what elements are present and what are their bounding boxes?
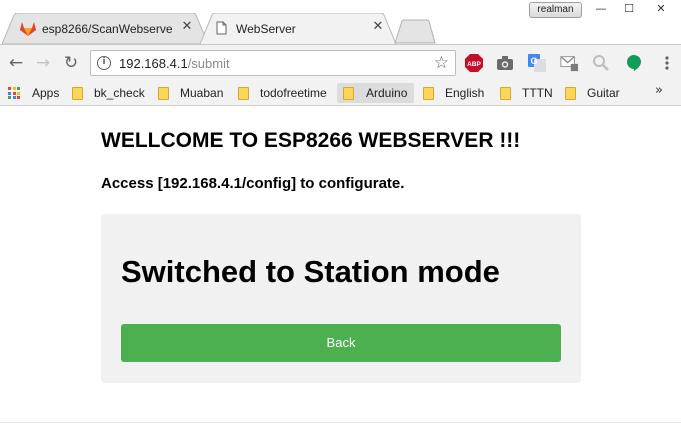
close-tab-icon[interactable]: ✕ — [370, 19, 386, 35]
bookmark-label: Muaban — [180, 86, 224, 100]
camera-icon[interactable] — [496, 54, 514, 72]
bookmark-guitar[interactable]: Guitar — [565, 83, 629, 103]
abp-label: ABP — [467, 61, 481, 68]
browser-window: esp8266/ScanWebserver ✕ WebServer ✕ real… — [0, 0, 681, 425]
folder-icon — [72, 87, 83, 100]
back-arrow-icon[interactable]: ← — [6, 53, 26, 73]
bookmark-label: todofreetime — [260, 86, 327, 100]
info-icon[interactable]: i — [97, 56, 111, 70]
bookmark-bk-check[interactable]: bk_check — [72, 83, 152, 103]
search-lens-icon[interactable] — [592, 54, 610, 72]
bookmark-label: bk_check — [94, 86, 145, 100]
page-content: WELLCOME TO ESP8266 WEBSERVER !!! Access… — [0, 107, 681, 425]
close-window-button[interactable]: ✕ — [650, 1, 672, 18]
folder-icon — [238, 87, 249, 100]
apps-label: Apps — [32, 86, 60, 100]
divider — [0, 422, 681, 423]
back-button[interactable]: Back — [121, 324, 561, 362]
url-text[interactable]: 192.168.4.1/submit — [119, 56, 230, 71]
apps-grid-icon — [8, 87, 20, 99]
bookmark-todofreetime[interactable]: todofreetime — [238, 83, 334, 103]
bookmarks-bar: Apps bk_check Muaban todofreetime Arduin… — [0, 80, 681, 106]
tab-strip: esp8266/ScanWebserver ✕ WebServer ✕ real… — [0, 0, 681, 44]
new-tab-button[interactable] — [394, 19, 436, 44]
svg-text:G: G — [530, 56, 537, 66]
tab-title: esp8266/ScanWebserver — [42, 22, 172, 36]
google-translate-icon[interactable]: G — [528, 54, 546, 72]
minimize-button[interactable]: — — [590, 1, 612, 18]
menu-icon[interactable] — [658, 54, 676, 72]
forward-arrow-icon[interactable]: → — [33, 53, 53, 73]
url-host: 192.168.4.1 — [119, 56, 188, 71]
bookmark-star-icon[interactable]: ☆ — [434, 53, 449, 73]
adblock-plus-icon[interactable]: ABP — [465, 54, 483, 72]
bookmark-label: TTTN — [522, 86, 553, 100]
address-bar[interactable]: i 192.168.4.1/submit ☆ — [90, 50, 456, 76]
gitlab-fox-icon — [20, 22, 36, 36]
bookmark-label: Arduino — [366, 86, 408, 100]
bookmark-arduino[interactable]: Arduino — [337, 83, 414, 103]
reload-icon[interactable]: ↻ — [61, 53, 81, 73]
maximize-button[interactable]: ☐ — [618, 1, 640, 18]
toolbar: ← → ↻ i 192.168.4.1/submit ☆ ABP G — [0, 44, 681, 80]
page-title: WELLCOME TO ESP8266 WEBSERVER !!! — [101, 129, 521, 152]
url-path: /submit — [187, 56, 230, 71]
close-tab-icon[interactable]: ✕ — [179, 19, 195, 35]
profile-badge[interactable]: realman — [529, 2, 582, 18]
folder-icon — [158, 87, 169, 100]
status-panel: Switched to Station mode Back — [101, 214, 581, 383]
folder-icon — [343, 87, 354, 100]
hangouts-icon[interactable] — [625, 54, 643, 72]
status-message: Switched to Station mode — [121, 254, 500, 289]
bookmarks-overflow-icon[interactable]: » — [655, 83, 663, 98]
tab-scanwebserver[interactable]: esp8266/ScanWebserver ✕ — [2, 13, 208, 44]
bookmark-english[interactable]: English — [423, 83, 493, 103]
folder-icon — [500, 87, 511, 100]
folder-icon — [565, 87, 576, 100]
page-subtitle: Access [192.168.4.1/config] to configura… — [101, 175, 405, 192]
folder-icon — [423, 87, 434, 100]
bookmark-muaban[interactable]: Muaban — [158, 83, 230, 103]
window-controls: — ☐ ✕ — [590, 1, 678, 19]
tab-title: WebServer — [236, 22, 296, 36]
page-icon — [216, 21, 227, 35]
bookmark-label: English — [445, 86, 485, 100]
gmail-checker-icon[interactable] — [560, 54, 578, 72]
bookmark-tttn[interactable]: TTTN — [500, 83, 558, 103]
tab-webserver[interactable]: WebServer ✕ — [200, 13, 396, 44]
apps-shortcut[interactable]: Apps — [6, 83, 64, 103]
bookmark-label: Guitar — [587, 86, 620, 100]
